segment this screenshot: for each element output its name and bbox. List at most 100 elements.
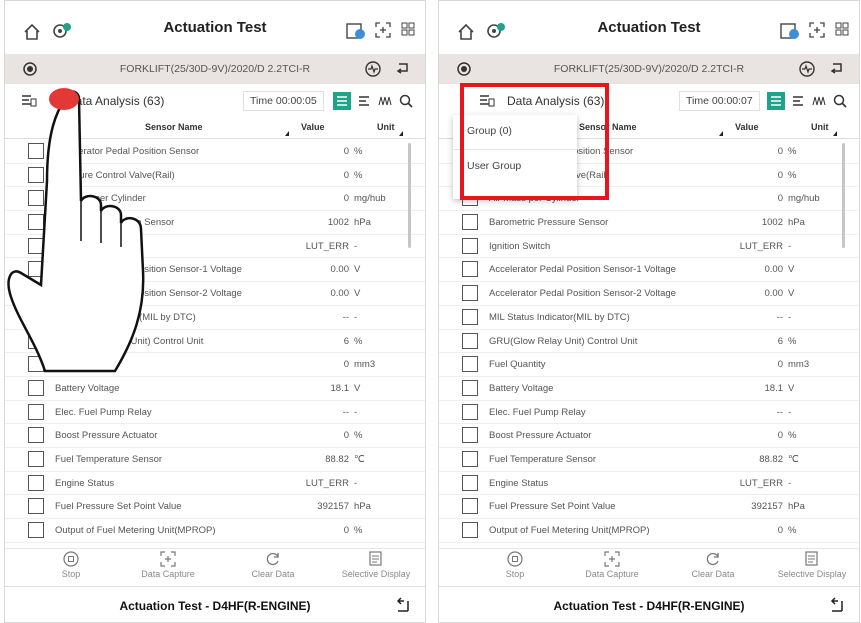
unit-header[interactable]: Unit: [377, 122, 395, 132]
unit-header[interactable]: Unit: [811, 122, 829, 132]
dtc-icon[interactable]: [345, 21, 367, 41]
sensor-unit: V: [788, 288, 795, 300]
table-row[interactable]: Ignition Switch LUT_ERR-: [439, 235, 859, 259]
sensor-unit: %: [354, 335, 363, 347]
table-row[interactable]: Elec. Fuel Pump Relay -- -: [5, 401, 425, 425]
table-row[interactable]: Fuel Temperature Sensor 88.82 ℃: [5, 448, 425, 472]
sensor-unit: mg/hub: [788, 193, 820, 205]
list-view-icon[interactable]: [767, 92, 785, 110]
sensor-name: Fuel Pressure Set Point Value: [489, 501, 616, 513]
clear-data-button[interactable]: Clear Data: [683, 551, 743, 579]
table-row[interactable]: Engine Status LUT_ERR -: [439, 472, 859, 496]
capture-icon[interactable]: [809, 22, 825, 38]
clear-data-label: Clear Data: [251, 569, 295, 579]
bottom-bar: Actuation Test - D4HF(R-ENGINE): [5, 586, 425, 622]
row-checkbox[interactable]: [462, 261, 478, 278]
menu-grid-icon[interactable]: [401, 22, 415, 36]
graph-view-icon[interactable]: [376, 92, 394, 110]
graph-view-icon[interactable]: [810, 92, 828, 110]
stop-label: Stop: [505, 569, 525, 579]
table-row[interactable]: Boost Pressure Actuator 0%: [5, 424, 425, 448]
scrollbar[interactable]: [408, 143, 411, 248]
elapsed-time: Time 00:00:07: [679, 91, 760, 111]
stop-button[interactable]: Stop: [51, 551, 91, 579]
clear-data-button[interactable]: Clear Data: [243, 551, 303, 579]
selective-display-button[interactable]: Selective Display: [769, 551, 855, 579]
table-row[interactable]: Battery Voltage 18.1 V: [439, 377, 859, 401]
row-checkbox[interactable]: [462, 474, 478, 491]
row-checkbox[interactable]: [28, 498, 44, 515]
sensor-unit: ℃: [788, 453, 799, 465]
table-row[interactable]: Fuel Quantity 0 mm3: [439, 353, 859, 377]
selective-display-button[interactable]: Selective Display: [333, 551, 419, 579]
dtc-icon[interactable]: [779, 21, 801, 41]
table-row[interactable]: Output of Fuel Metering Unit(MPROP) 0%: [5, 519, 425, 543]
stop-icon: [507, 551, 523, 567]
row-checkbox[interactable]: [462, 427, 478, 444]
row-checkbox[interactable]: [462, 214, 478, 231]
table-row[interactable]: Output of Fuel Metering Unit(MPROP) 0%: [439, 519, 859, 543]
search-icon[interactable]: [397, 92, 415, 110]
return-icon[interactable]: [395, 61, 411, 82]
data-capture-button[interactable]: Data Capture: [133, 551, 203, 579]
pointing-hand-icon: [7, 90, 145, 373]
row-checkbox[interactable]: [462, 498, 478, 515]
table-row[interactable]: Accelerator Pedal Position Sensor-2 Volt…: [439, 282, 859, 306]
row-checkbox[interactable]: [462, 308, 478, 325]
exit-icon[interactable]: [395, 597, 411, 618]
row-checkbox[interactable]: [28, 403, 44, 420]
sensor-value: 1002: [761, 217, 783, 229]
heartbeat-icon[interactable]: [365, 61, 381, 82]
row-checkbox[interactable]: [28, 427, 44, 444]
sensor-value: 0: [777, 525, 783, 536]
table-row[interactable]: MIL Status Indicator(MIL by DTC) ---: [439, 306, 859, 330]
top-bar: Actuation Test: [5, 1, 425, 51]
row-checkbox[interactable]: [462, 332, 478, 349]
row-checkbox[interactable]: [462, 403, 478, 420]
value-header[interactable]: Value: [735, 122, 759, 132]
sensor-unit: -: [354, 477, 358, 489]
sensor-value: 0: [343, 193, 349, 205]
text-view-icon[interactable]: [355, 92, 373, 110]
heartbeat-icon[interactable]: [799, 61, 815, 82]
row-checkbox[interactable]: [28, 450, 44, 467]
row-checkbox[interactable]: [462, 285, 478, 302]
table-row[interactable]: Fuel Temperature Sensor 88.82 ℃: [439, 448, 859, 472]
table-row[interactable]: Engine Status LUT_ERR -: [5, 472, 425, 496]
scrollbar[interactable]: [842, 143, 845, 248]
elapsed-time: Time 00:00:05: [243, 91, 324, 111]
list-view-icon[interactable]: [333, 92, 351, 110]
sensor-value: 0: [343, 146, 349, 157]
search-icon[interactable]: [831, 92, 849, 110]
menu-grid-icon[interactable]: [835, 22, 849, 36]
sensor-value: 0.00: [330, 264, 350, 276]
table-row[interactable]: GRU(Glow Relay Unit) Control Unit 6%: [439, 330, 859, 354]
sensor-value: 0: [343, 430, 349, 442]
sensor-value: 392157: [751, 501, 783, 513]
sensor-value: 0: [777, 193, 783, 205]
row-checkbox[interactable]: [462, 379, 478, 396]
capture-icon[interactable]: [375, 22, 391, 38]
table-row[interactable]: Fuel Pressure Set Point Value 392157 hPa: [439, 495, 859, 519]
row-checkbox[interactable]: [28, 522, 44, 538]
table-row[interactable]: Boost Pressure Actuator 0%: [439, 424, 859, 448]
return-icon[interactable]: [829, 61, 845, 82]
row-checkbox[interactable]: [462, 450, 478, 467]
text-view-icon[interactable]: [789, 92, 807, 110]
capture-icon: [604, 551, 620, 567]
stop-button[interactable]: Stop: [495, 551, 535, 579]
table-row[interactable]: Barometric Pressure Sensor 1002 hPa: [439, 211, 859, 235]
sensor-value: 18.1: [330, 382, 350, 394]
table-row[interactable]: Fuel Pressure Set Point Value 392157 hPa: [5, 495, 425, 519]
row-checkbox[interactable]: [462, 356, 478, 373]
data-capture-button[interactable]: Data Capture: [577, 551, 647, 579]
exit-icon[interactable]: [829, 597, 845, 618]
sensor-unit: -: [788, 406, 792, 418]
table-row[interactable]: Elec. Fuel Pump Relay -- -: [439, 401, 859, 425]
table-row[interactable]: Accelerator Pedal Position Sensor-1 Volt…: [439, 258, 859, 283]
row-checkbox[interactable]: [462, 237, 478, 254]
value-header[interactable]: Value: [301, 122, 325, 132]
sensor-name: Engine Status: [55, 477, 115, 489]
row-checkbox[interactable]: [28, 474, 44, 491]
row-checkbox[interactable]: [462, 522, 478, 538]
